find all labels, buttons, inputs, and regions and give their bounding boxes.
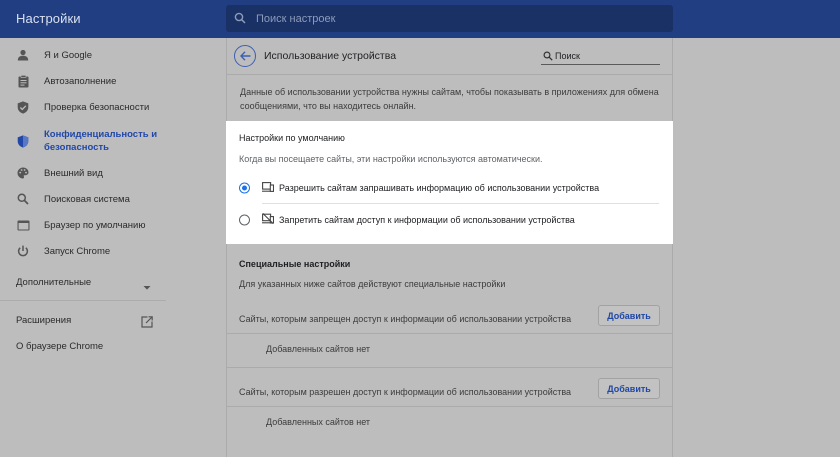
- default-behavior-heading: Настройки по умолчанию: [239, 133, 345, 143]
- default-behavior-card: Настройки по умолчанию Когда вы посещает…: [226, 121, 673, 244]
- device-off-icon: [262, 211, 275, 229]
- sidebar-divider: [0, 300, 166, 301]
- search-icon: [234, 12, 246, 24]
- section-divider: [226, 333, 673, 334]
- sidebar-item-label: Браузер по умолчанию: [44, 219, 146, 231]
- section-divider: [226, 367, 673, 368]
- sidebar-item-privacy-security[interactable]: Конфиденциальность и безопасность: [0, 126, 166, 156]
- default-behavior-subtext: Когда вы посещаете сайты, эти настройки …: [239, 154, 543, 164]
- header-divider: [227, 74, 672, 75]
- sidebar-advanced-label: Дополнительные: [16, 277, 92, 288]
- sidebar-item-label: Поисковая система: [44, 193, 130, 205]
- blocked-sites-label: Сайты, которым запрещен доступ к информа…: [239, 314, 572, 324]
- search-icon: [16, 192, 30, 206]
- sidebar-item-label: Расширения: [16, 315, 72, 326]
- sidebar-item-label: Я и Google: [44, 49, 93, 61]
- radio-button-checked[interactable]: [239, 182, 250, 194]
- open-in-new-icon: [141, 315, 153, 333]
- sidebar: Я и Google Автозаполнение Проверка безоп…: [0, 38, 166, 457]
- search-icon: [543, 51, 553, 61]
- custom-behaviors-subtext: Для указанных ниже сайтов действуют спец…: [239, 279, 506, 289]
- custom-behaviors-heading: Специальные настройки: [239, 259, 351, 269]
- settings-search-input[interactable]: [256, 5, 656, 32]
- radio-divider: [262, 203, 659, 204]
- sidebar-item-label: Запуск Chrome: [44, 245, 111, 257]
- sidebar-item-default-browser[interactable]: Браузер по умолчанию: [0, 212, 166, 238]
- radio-label: Разрешить сайтам запрашивать информацию …: [279, 183, 600, 193]
- page-search-box[interactable]: [541, 49, 660, 65]
- clipboard-icon: [16, 74, 30, 88]
- sidebar-advanced-toggle[interactable]: Дополнительные: [0, 270, 166, 296]
- sidebar-item-about-chrome[interactable]: О браузере Chrome: [0, 334, 166, 360]
- browser-icon: [16, 218, 30, 232]
- radio-block-device-use[interactable]: Запретить сайтам доступ к информации об …: [226, 208, 673, 232]
- arrow-back-icon: [239, 51, 250, 61]
- add-allowed-site-button[interactable]: Добавить: [598, 378, 660, 399]
- section-divider: [226, 406, 673, 407]
- sidebar-item-label: Проверка безопасности: [44, 101, 150, 113]
- allowed-sites-label: Сайты, которым разрешен доступ к информа…: [239, 387, 572, 397]
- device-icon: [262, 179, 275, 197]
- page-title: Использование устройства: [264, 50, 397, 62]
- power-icon: [16, 244, 30, 258]
- shield-icon: [16, 134, 30, 148]
- sidebar-item-search-engine[interactable]: Поисковая система: [0, 186, 166, 212]
- radio-label: Запретить сайтам доступ к информации об …: [279, 215, 575, 225]
- sidebar-item-autofill[interactable]: Автозаполнение: [0, 68, 166, 94]
- palette-icon: [16, 166, 30, 180]
- sidebar-item-label: Внешний вид: [44, 167, 103, 179]
- allowed-sites-empty: Добавленных сайтов нет: [266, 417, 371, 427]
- back-button[interactable]: [234, 45, 256, 67]
- sidebar-item-extensions[interactable]: Расширения: [0, 308, 166, 334]
- add-blocked-site-button[interactable]: Добавить: [598, 305, 660, 326]
- page-description: Данные об использовании устройства нужны…: [240, 87, 659, 111]
- sidebar-item-label-line2: безопасность: [44, 142, 109, 153]
- app-title: Настройки: [16, 11, 81, 26]
- person-icon: [16, 48, 30, 62]
- sidebar-item-label: Автозаполнение: [44, 75, 117, 87]
- sidebar-item-label: О браузере Chrome: [16, 341, 104, 352]
- sidebar-item-label-line1: Конфиденциальность и: [44, 129, 158, 140]
- app-header: Настройки: [0, 0, 840, 38]
- page-search-input[interactable]: [555, 49, 655, 63]
- sidebar-item-on-startup[interactable]: Запуск Chrome: [0, 238, 166, 264]
- radio-allow-device-use[interactable]: Разрешить сайтам запрашивать информацию …: [226, 176, 673, 200]
- settings-search-box[interactable]: [226, 5, 673, 32]
- blocked-sites-empty: Добавленных сайтов нет: [266, 344, 371, 354]
- chevron-down-icon: [143, 278, 151, 296]
- radio-button-unchecked[interactable]: [239, 214, 250, 226]
- sidebar-item-label: Конфиденциальность и безопасность: [44, 128, 157, 154]
- sidebar-item-appearance[interactable]: Внешний вид: [0, 160, 166, 186]
- sidebar-item-safety-check[interactable]: Проверка безопасности: [0, 94, 166, 120]
- sidebar-item-you-and-google[interactable]: Я и Google: [0, 42, 166, 68]
- shield-check-icon: [16, 100, 30, 114]
